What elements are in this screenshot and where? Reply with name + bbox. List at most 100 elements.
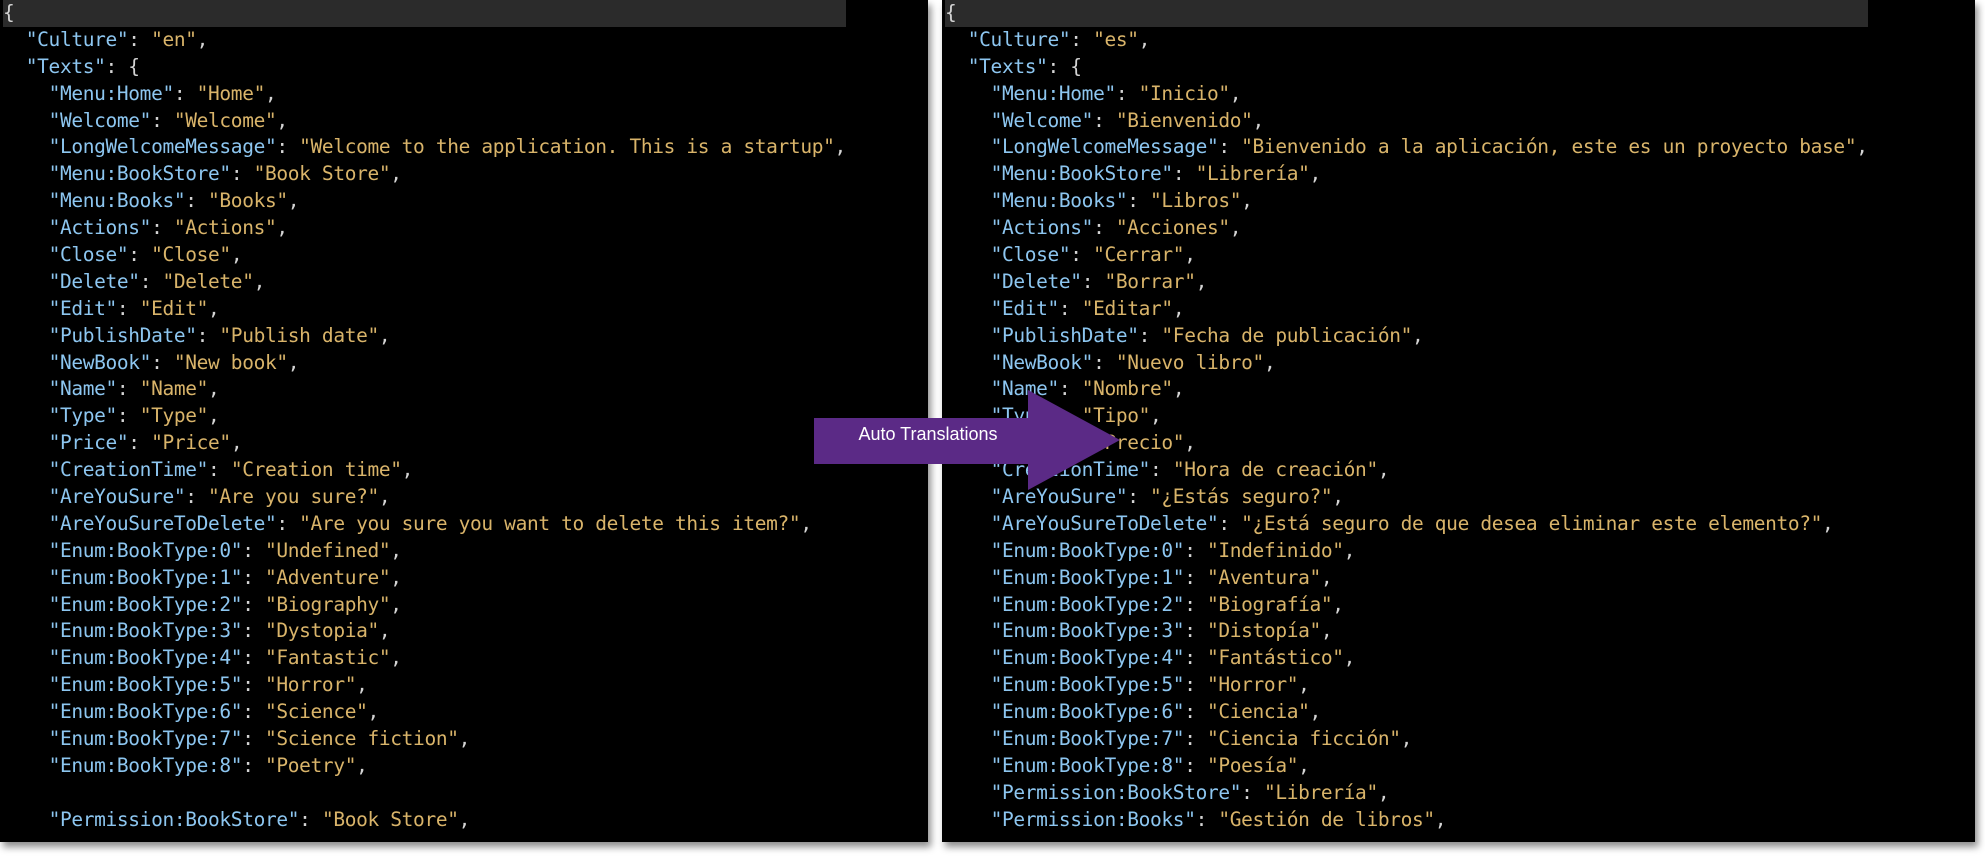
json-entry-line: "Edit": "Editar",	[990, 296, 1185, 320]
json-entry-line: "Name": "Name",	[48, 377, 220, 401]
json-entry-line: "Enum:BookType:8": "Poetry",	[48, 753, 368, 777]
json-value: "Aventura"	[1206, 565, 1321, 589]
json-value: "Gestión de libros"	[1218, 807, 1435, 831]
json-entry-line: "Enum:BookType:5": "Horror",	[48, 673, 368, 697]
json-key: "PublishDate"	[990, 323, 1139, 347]
json-key: "Enum:BookType:3"	[990, 619, 1185, 643]
json-entry-line: "Menu:Home": "Inicio",	[990, 81, 1242, 105]
json-entry-line: "Enum:BookType:5": "Horror",	[990, 673, 1310, 697]
json-entry-line: "Delete": "Borrar",	[990, 269, 1208, 293]
json-open-brace: {	[3, 0, 846, 27]
culture-line: "Culture": "es",	[967, 27, 1151, 51]
json-key: "Enum:BookType:4"	[48, 646, 243, 670]
json-entry-line: "Enum:BookType:1": "Adventure",	[48, 565, 402, 589]
json-value: "Edit"	[139, 296, 209, 320]
json-entry-line: "Type": "Type",	[48, 404, 220, 428]
json-key: "Enum:BookType:2"	[990, 592, 1185, 616]
source-json-editor-en: { "Culture": "en", "Texts": { "Menu:Home…	[0, 0, 928, 842]
json-entry-line: "LongWelcomeMessage": "Bienvenido a la a…	[990, 135, 1868, 159]
json-value: "Welcome"	[173, 108, 277, 132]
json-value: "Librería"	[1195, 162, 1310, 186]
json-entry-line: "Enum:BookType:0": "Indefinido",	[990, 538, 1356, 562]
json-value: "Distopía"	[1206, 619, 1321, 643]
json-entry-line: "Edit": "Edit",	[48, 296, 220, 320]
json-value: "Type"	[139, 404, 209, 428]
json-value: "Inicio"	[1138, 81, 1230, 105]
culture-line: "Culture": "en",	[25, 27, 209, 51]
json-value: "Indefinido"	[1206, 538, 1344, 562]
json-value: "Dystopia"	[264, 619, 379, 643]
json-entry-line: "Enum:BookType:6": "Ciencia",	[990, 700, 1322, 724]
json-value: "Delete"	[162, 269, 254, 293]
json-entry-line: "Permission:Books": "Gestión de libros",	[990, 807, 1447, 831]
json-key: "Menu:Home"	[48, 81, 175, 105]
culture-key: "Culture"	[25, 27, 129, 51]
json-key: "Close"	[990, 243, 1071, 267]
json-key: "Enum:BookType:0"	[990, 538, 1185, 562]
json-value: "Price"	[151, 431, 231, 455]
json-key: "Enum:BookType:5"	[990, 673, 1185, 697]
json-entry-line: "Enum:BookType:1": "Aventura",	[990, 565, 1333, 589]
json-value: "Actions"	[173, 216, 277, 240]
json-value: "Poetry"	[264, 753, 357, 777]
json-key: "Menu:Home"	[990, 81, 1117, 105]
json-entry-line: "Welcome": "Bienvenido",	[990, 108, 1265, 132]
json-value: "Nuevo libro"	[1115, 350, 1264, 374]
json-key: "AreYouSureToDelete"	[48, 511, 277, 535]
json-value: "Bienvenido"	[1115, 108, 1253, 132]
json-entry-line: "Enum:BookType:0": "Undefined",	[48, 538, 402, 562]
json-value: "¿Estás seguro?"	[1150, 485, 1333, 509]
json-entry-line: "AreYouSureToDelete": "Are you sure you …	[48, 511, 813, 535]
json-entry-line: "Close": "Cerrar",	[990, 243, 1196, 267]
json-key: "Permission:BookStore"	[48, 807, 300, 831]
json-value: "Libros"	[1150, 189, 1242, 213]
json-value: "Welcome to the application. This is a s…	[299, 135, 835, 159]
json-key: "Permission:BookStore"	[990, 780, 1242, 804]
json-entry-line: "Enum:BookType:6": "Science",	[48, 700, 380, 724]
json-value: "Acciones"	[1115, 216, 1230, 240]
json-key: "Enum:BookType:2"	[48, 592, 243, 616]
json-value: "Book Store"	[321, 807, 459, 831]
culture-value: "es"	[1093, 27, 1139, 51]
json-key: "Actions"	[990, 216, 1094, 240]
json-value: "Poesía"	[1206, 753, 1299, 777]
json-key: "LongWelcomeMessage"	[990, 135, 1219, 159]
json-value: "Fantastic"	[264, 646, 391, 670]
json-value: "Publish date"	[219, 323, 379, 347]
json-key: "LongWelcomeMessage"	[48, 135, 277, 159]
json-value: "Horror"	[1206, 673, 1299, 697]
texts-line: "Texts": {	[25, 54, 140, 78]
texts-key: "Texts"	[967, 54, 1048, 78]
json-key: "Enum:BookType:1"	[48, 565, 243, 589]
culture-value: "en"	[151, 27, 197, 51]
json-entry-line: "PublishDate": "Fecha de publicación",	[990, 323, 1424, 347]
json-key: "PublishDate"	[48, 323, 197, 347]
json-key: "Enum:BookType:4"	[990, 646, 1185, 670]
json-value: "Ciencia"	[1206, 700, 1310, 724]
json-entry-line: "Menu:Home": "Home",	[48, 81, 277, 105]
json-entry-line: "Enum:BookType:3": "Distopía",	[990, 619, 1333, 643]
json-key: "Permission:Books"	[990, 807, 1196, 831]
json-entry-line: "Actions": "Actions",	[48, 216, 289, 240]
json-entry-line: "Close": "Close",	[48, 243, 243, 267]
json-entry-line: "Enum:BookType:3": "Dystopia",	[48, 619, 391, 643]
json-value: "Adventure"	[264, 565, 391, 589]
json-key: "Enum:BookType:7"	[990, 727, 1185, 751]
json-entry-line: "PublishDate": "Publish date",	[48, 323, 391, 347]
json-entry-line: "Enum:BookType:4": "Fantastic",	[48, 646, 402, 670]
json-key: "Type"	[48, 404, 118, 428]
json-value: "Home"	[196, 81, 266, 105]
json-value: "Are you sure you want to delete this it…	[299, 511, 801, 535]
json-entry-line: "Enum:BookType:2": "Biography",	[48, 592, 402, 616]
json-entry-line: "Enum:BookType:2": "Biografía",	[990, 592, 1344, 616]
json-entry-line: "AreYouSure": "Are you sure?",	[48, 485, 391, 509]
json-key: "Menu:Books"	[48, 189, 186, 213]
json-value: "Creation time"	[230, 458, 402, 482]
json-entry-line: "Enum:BookType:7": "Ciencia ficción",	[990, 727, 1413, 751]
json-value: "Editar"	[1081, 296, 1173, 320]
json-value: "¿Está seguro de que desea eliminar este…	[1241, 511, 1823, 535]
json-entry-line: "Enum:BookType:8": "Poesía",	[990, 753, 1310, 777]
json-key: "Menu:BookStore"	[990, 162, 1174, 186]
json-key: "Menu:BookStore"	[48, 162, 232, 186]
